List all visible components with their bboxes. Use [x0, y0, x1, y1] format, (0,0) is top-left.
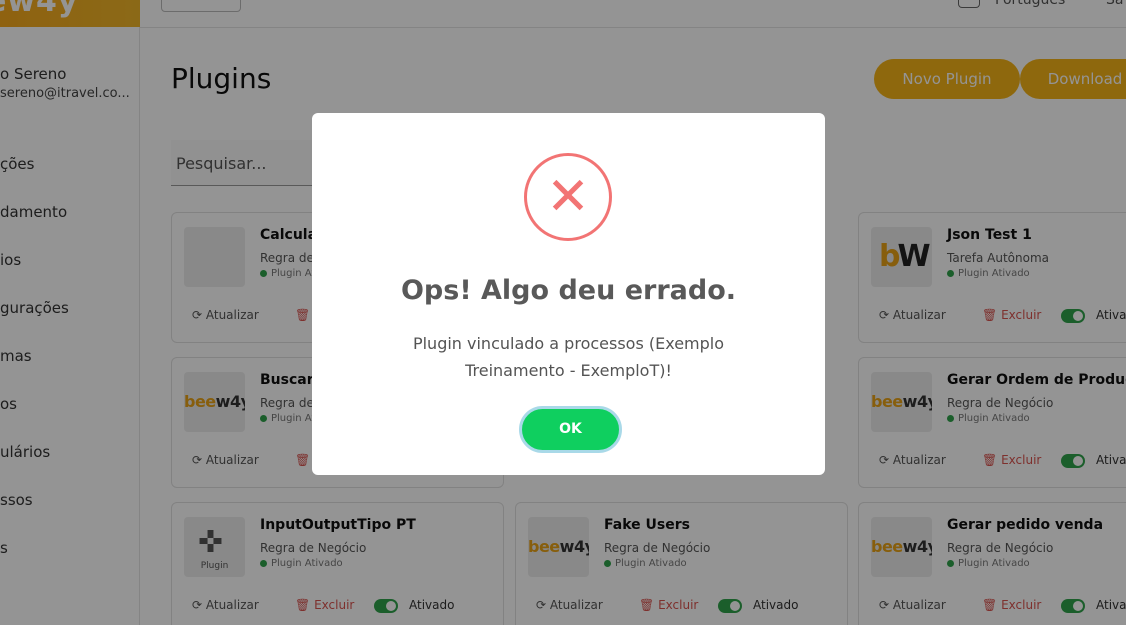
error-dialog: ✕ Ops! Algo deu errado. Plugin vinculado… — [312, 113, 825, 475]
ok-button[interactable]: OK — [519, 406, 622, 453]
dialog-title: Ops! Algo deu errado. — [400, 275, 737, 306]
error-x-glyph: ✕ — [546, 167, 590, 227]
app-window: ew4y o Sereno sereno@itravel.co... ções … — [0, 0, 1126, 625]
dialog-message: Plugin vinculado a processos (Exemplo Tr… — [412, 334, 725, 380]
error-x-icon: ✕ — [524, 153, 612, 241]
